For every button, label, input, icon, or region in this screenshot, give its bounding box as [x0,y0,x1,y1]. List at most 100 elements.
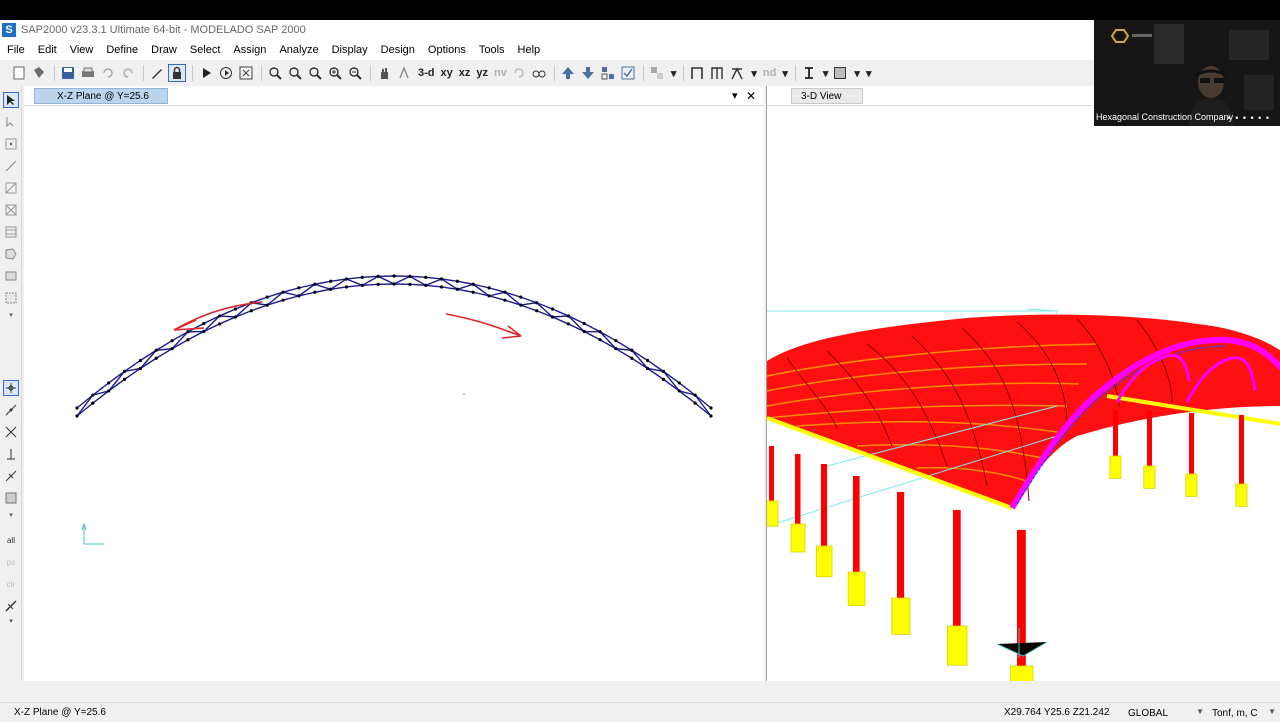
column[interactable] [1239,415,1244,484]
run-now-icon[interactable] [217,64,235,82]
truss-bottom-chord[interactable] [521,305,537,311]
truss-joint[interactable] [171,347,174,350]
footing[interactable] [892,598,910,634]
truss-diagonal[interactable] [568,316,584,332]
truss-top-chord[interactable] [315,281,331,284]
clear-selection-icon[interactable]: clr [3,576,19,592]
truss-joint[interactable] [186,338,189,341]
truss-diagonal[interactable] [220,316,236,317]
select-by-property-icon[interactable] [3,598,19,614]
snap-intersection-icon[interactable] [3,424,19,440]
truss-joint[interactable] [234,307,237,310]
pane-close-icon[interactable]: ✕ [746,89,756,103]
menu-assign[interactable]: Assign [226,40,272,60]
pencil-icon[interactable] [148,64,166,82]
tab-3d-view[interactable]: 3-D View [791,88,863,104]
truss-diagonal[interactable] [204,316,220,332]
truss-joint[interactable] [678,381,681,384]
truss-joint[interactable] [408,283,411,286]
truss-bottom-chord[interactable] [251,305,267,311]
truss-joint[interactable] [281,291,284,294]
zoom-all-icon[interactable] [306,64,324,82]
truss-diagonal[interactable] [553,316,569,317]
truss-diagonal[interactable] [426,279,442,285]
draw-brace-icon[interactable] [728,64,746,82]
truss-top-chord[interactable] [457,281,473,284]
draw-brace-region-icon[interactable] [3,202,19,218]
open-icon[interactable] [30,64,48,82]
section-i-icon[interactable] [800,64,818,82]
toolbar-dropdown-arrow[interactable]: ▾ [751,67,757,80]
truss-joint[interactable] [392,282,395,285]
refresh-view-icon[interactable] [237,64,255,82]
truss-joint[interactable] [646,359,649,362]
truss-joint[interactable] [440,285,443,288]
menu-display[interactable]: Display [325,40,374,60]
truss-top-chord[interactable] [283,288,299,292]
truss-joint[interactable] [218,314,221,317]
xz-drawing-canvas[interactable] [24,106,764,681]
truss-joint[interactable] [107,389,110,392]
view-nv-button[interactable]: nv [494,67,507,79]
toolbar-dropdown-arrow[interactable]: ▾ [782,67,788,80]
truss-joint[interactable] [345,277,348,280]
truss-joint[interactable] [472,283,475,286]
truss-joint[interactable] [662,370,665,373]
truss-joint[interactable] [123,370,126,373]
truss-joint[interactable] [218,322,221,325]
footing[interactable] [767,501,778,526]
truss-diagonal[interactable] [378,276,394,284]
truss-joint[interactable] [567,314,570,317]
tab-xz-plane[interactable]: X-Z Plane @ Y=25.6 [34,88,168,104]
truss-joint[interactable] [503,299,506,302]
truss-joint[interactable] [266,304,269,307]
truss-joint[interactable] [75,406,78,409]
nd-button[interactable]: nd [763,67,776,79]
draw-secondary-beam-icon[interactable] [3,224,19,240]
truss-joint[interactable] [567,322,570,325]
truss-joint[interactable] [709,414,712,417]
new-model-icon[interactable] [10,64,28,82]
truss-joint[interactable] [329,280,332,283]
view-xy-button[interactable]: xy [441,67,453,79]
truss-top-chord[interactable] [568,316,584,324]
truss-bottom-chord[interactable] [220,317,236,324]
print-icon[interactable] [79,64,97,82]
truss-joint[interactable] [186,330,189,333]
truss-joint[interactable] [488,286,491,289]
3d-drawing-canvas[interactable] [767,106,1280,681]
truss-joint[interactable] [709,406,712,409]
column[interactable] [1189,413,1194,474]
truss-joint[interactable] [662,378,665,381]
quick-draw-area-icon[interactable] [3,290,19,306]
truss-bottom-chord[interactable] [236,311,252,317]
truss-joint[interactable] [551,315,554,318]
truss-joint[interactable] [646,367,649,370]
rotate-3d-icon[interactable] [395,64,413,82]
truss-joint[interactable] [551,307,554,310]
column[interactable] [795,454,801,524]
truss-diagonal[interactable] [346,279,362,285]
pan-icon[interactable] [375,64,393,82]
truss-bottom-chord[interactable] [188,332,204,340]
zoom-restore-icon[interactable] [286,64,304,82]
truss-bottom-chord[interactable] [315,289,331,292]
column[interactable] [853,476,860,572]
truss-joint[interactable] [503,291,506,294]
run-analysis-icon[interactable] [197,64,215,82]
column[interactable] [897,492,904,598]
sap2000-app-icon[interactable]: S [2,23,16,37]
toolbar-dropdown-arrow[interactable]: ▾ [866,67,872,80]
draw-frame-bay-icon[interactable] [708,64,726,82]
pane-dropdown-icon[interactable]: ▾ [732,89,738,102]
truss-diagonal[interactable] [172,332,188,349]
truss-top-chord[interactable] [553,309,569,316]
toolbar-dropdown-arrow[interactable]: ▾ [671,67,677,80]
draw-frame-icon[interactable] [688,64,706,82]
truss-joint[interactable] [266,296,269,299]
zoom-window-icon[interactable] [266,64,284,82]
menu-tools[interactable]: Tools [472,40,511,60]
snap-midpoint-icon[interactable] [3,468,19,484]
truss-joint[interactable] [694,402,697,405]
pointer-icon[interactable] [3,92,19,108]
